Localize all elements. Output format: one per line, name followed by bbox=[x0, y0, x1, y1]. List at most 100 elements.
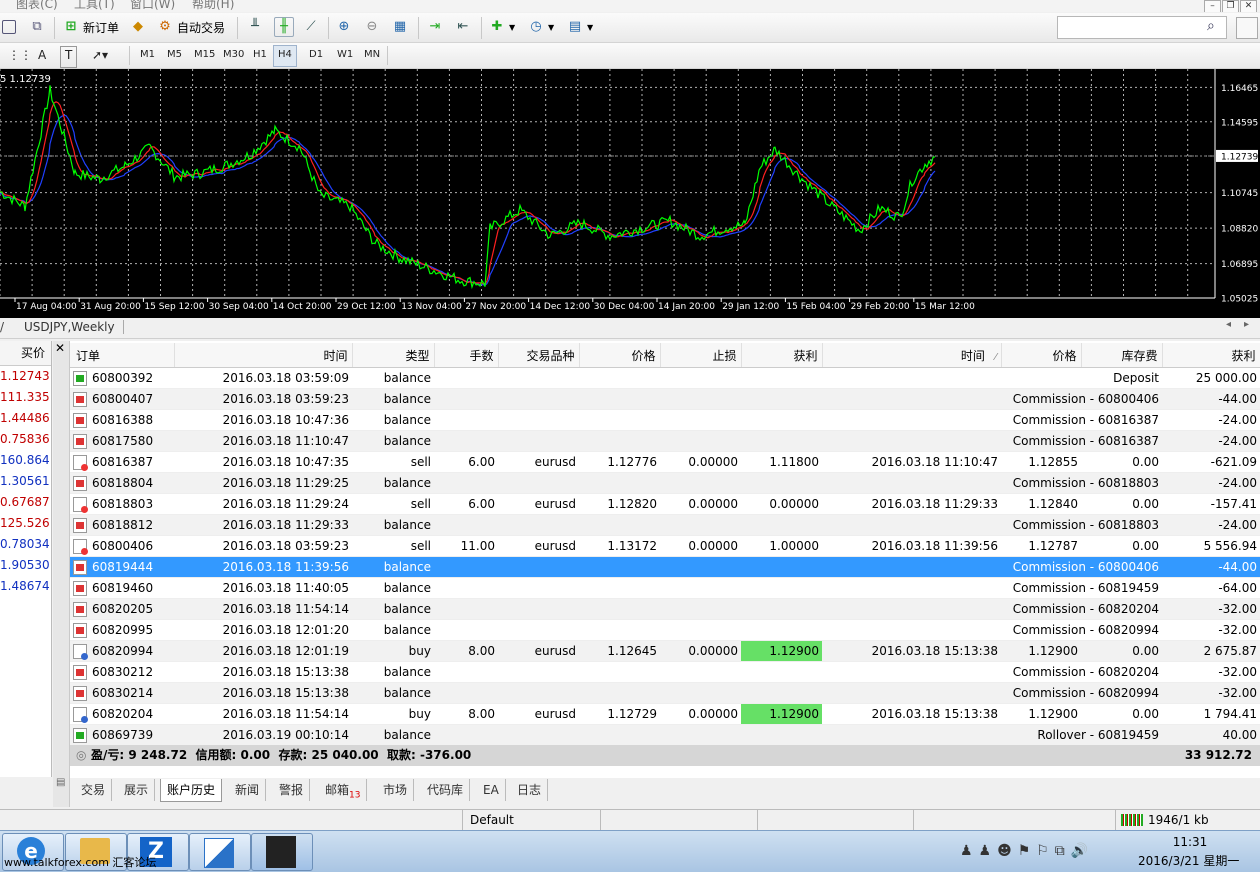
market-watch-row[interactable]: 111.335 bbox=[0, 387, 51, 408]
market-watch-row[interactable]: 160.864 bbox=[0, 450, 51, 471]
bar-chart-button[interactable]: ╨ bbox=[246, 16, 264, 38]
col-type[interactable]: 类型 bbox=[352, 343, 435, 368]
tile-windows-button[interactable]: ▦ bbox=[391, 16, 409, 38]
zoom-out-button[interactable]: ⊖ bbox=[363, 16, 381, 38]
tf-h1[interactable]: H1 bbox=[249, 45, 271, 65]
col-tp[interactable]: 获利 bbox=[741, 343, 823, 368]
tab-alerts[interactable]: 警报 bbox=[273, 779, 311, 801]
market-watch-row[interactable]: 1.48674 bbox=[0, 576, 51, 597]
market-watch-row[interactable]: 125.526 bbox=[0, 513, 51, 534]
history-row[interactable]: 60869739 2016.03.19 00:10:14 balance Rollov… bbox=[70, 724, 1260, 746]
close-terminal-icon[interactable]: ✕ bbox=[55, 341, 65, 355]
taskbar-app-box[interactable] bbox=[189, 833, 251, 871]
candlestick-button[interactable]: ╫ bbox=[274, 16, 294, 38]
tray-icons[interactable]: ♟♟☻⚑⚐⧉🔊 bbox=[960, 843, 1094, 859]
col-lots[interactable]: 手数 bbox=[434, 343, 499, 368]
tab-trade[interactable]: 交易 bbox=[75, 779, 113, 801]
col-close-price[interactable]: 价格 bbox=[1001, 343, 1082, 368]
history-row[interactable]: 60800406 2016.03.18 03:59:23 sell 11.00 euru… bbox=[70, 535, 1260, 557]
new-chart-button[interactable] bbox=[2, 16, 16, 38]
tab-experts[interactable]: EA bbox=[477, 779, 506, 801]
menu-help[interactable]: 帮助(H) bbox=[192, 0, 234, 12]
tf-m30[interactable]: M30 bbox=[219, 45, 248, 65]
tab-code-base[interactable]: 代码库 bbox=[421, 779, 471, 801]
clock-date[interactable]: 2016/3/21 星期一 bbox=[1138, 852, 1239, 869]
restore-button[interactable]: ❐ bbox=[1222, 0, 1239, 12]
market-watch-row[interactable]: 1.12743 bbox=[0, 366, 51, 387]
tab-journal[interactable]: 日志 bbox=[511, 779, 549, 801]
col-order[interactable]: 订单 bbox=[70, 343, 175, 368]
line-chart-button[interactable]: ⟋ bbox=[302, 16, 320, 38]
market-watch-row[interactable]: 0.75836 bbox=[0, 429, 51, 450]
taskbar-mt4[interactable] bbox=[251, 833, 313, 871]
auto-scroll-button[interactable]: ⇥ bbox=[426, 16, 444, 38]
history-row[interactable]: 60819444 2016.03.18 11:39:56 balance Commis… bbox=[70, 556, 1260, 578]
col-open-time[interactable]: 时间 bbox=[174, 343, 353, 368]
text-label-button[interactable]: T bbox=[60, 46, 78, 68]
menu-window[interactable]: 窗口(W) bbox=[130, 0, 175, 12]
market-watch-row[interactable]: 1.90530 bbox=[0, 555, 51, 576]
text-tool-button[interactable]: A bbox=[34, 45, 50, 65]
tf-w1[interactable]: W1 bbox=[333, 45, 357, 65]
profiles-button[interactable]: ⧉ bbox=[28, 16, 46, 38]
tf-d1[interactable]: D1 bbox=[305, 45, 327, 65]
history-row[interactable]: 60800392 2016.03.18 03:59:09 balance Deposi… bbox=[70, 367, 1260, 389]
tab-news[interactable]: 新闻 bbox=[229, 779, 267, 801]
close-button[interactable]: ✕ bbox=[1240, 0, 1257, 12]
tf-m1[interactable]: M1 bbox=[136, 45, 159, 65]
templates-button[interactable]: ▤ ▼ bbox=[566, 16, 593, 38]
menu-tools[interactable]: 工具(T) bbox=[74, 0, 115, 12]
history-row[interactable]: 60820995 2016.03.18 12:01:20 balance Commis… bbox=[70, 619, 1260, 641]
arrows-button[interactable]: ➚▾ bbox=[88, 45, 112, 65]
history-row[interactable]: 60819460 2016.03.18 11:40:05 balance Commis… bbox=[70, 577, 1260, 599]
tf-m5[interactable]: M5 bbox=[163, 45, 186, 65]
community-button[interactable] bbox=[1236, 17, 1258, 39]
col-sl[interactable]: 止损 bbox=[660, 343, 742, 368]
tab-exposure[interactable]: 展示 bbox=[118, 779, 156, 801]
auto-trading-button[interactable]: ⚙ 自动交易 bbox=[156, 16, 225, 38]
market-watch-header[interactable]: 买价 bbox=[0, 341, 51, 366]
market-watch-row[interactable]: 0.67687 bbox=[0, 492, 51, 513]
search-input[interactable] bbox=[1057, 16, 1227, 39]
col-open-price[interactable]: 价格 bbox=[579, 343, 661, 368]
history-row[interactable]: 60800407 2016.03.18 03:59:23 balance Commis… bbox=[70, 388, 1260, 410]
price-chart[interactable]: 1.16465 1.14595 1.12739 1.10745 1.08820 1.068… bbox=[0, 69, 1260, 318]
tf-m15[interactable]: M15 bbox=[190, 45, 219, 65]
col-close-time[interactable]: 时间 ⁄ bbox=[822, 343, 1002, 368]
metaeditor-button[interactable]: ◆ bbox=[129, 16, 147, 38]
history-row[interactable]: 60830212 2016.03.18 15:13:38 balance Commis… bbox=[70, 661, 1260, 683]
history-row[interactable]: 60817580 2016.03.18 11:10:47 balance Commis… bbox=[70, 430, 1260, 452]
clock-time[interactable]: 11:31 bbox=[1165, 835, 1215, 849]
history-row[interactable]: 60816387 2016.03.18 10:47:35 sell 6.00 eurus… bbox=[70, 451, 1260, 473]
history-row[interactable]: 60820994 2016.03.18 12:01:19 buy 8.00 eurusd… bbox=[70, 640, 1260, 662]
scroll-left-icon[interactable]: ◂ bbox=[1226, 319, 1231, 330]
new-order-button[interactable]: ⊞ 新订单 bbox=[62, 16, 119, 38]
history-row[interactable]: 60820205 2016.03.18 11:54:14 balance Commis… bbox=[70, 598, 1260, 620]
history-row[interactable]: 60818804 2016.03.18 11:29:25 balance Commis… bbox=[70, 472, 1260, 494]
tab-mailbox[interactable]: 邮箱13 bbox=[319, 779, 368, 801]
chart-tab-usdjpy[interactable]: USDJPY,Weekly bbox=[24, 320, 124, 334]
tab-market[interactable]: 市场 bbox=[377, 779, 415, 801]
col-symbol[interactable]: 交易品种 bbox=[498, 343, 580, 368]
periods-button[interactable]: ◷ ▼ bbox=[527, 16, 554, 38]
search-icon[interactable]: ⌕ bbox=[1207, 18, 1215, 34]
tf-mn[interactable]: MN bbox=[360, 45, 384, 65]
history-row[interactable]: 60820204 2016.03.18 11:54:14 buy 8.00 eurusd… bbox=[70, 703, 1260, 725]
market-watch-row[interactable]: 1.30561 bbox=[0, 471, 51, 492]
chart-shift-button[interactable]: ⇤ bbox=[454, 16, 472, 38]
history-row[interactable]: 60818812 2016.03.18 11:29:33 balance Commis… bbox=[70, 514, 1260, 536]
history-row[interactable]: 60816388 2016.03.18 10:47:36 balance Commis… bbox=[70, 409, 1260, 431]
market-watch-row[interactable]: 1.44486 bbox=[0, 408, 51, 429]
col-profit[interactable]: 获利 bbox=[1162, 343, 1260, 368]
minimize-button[interactable]: – bbox=[1204, 0, 1221, 12]
market-watch-row[interactable]: 0.78034 bbox=[0, 534, 51, 555]
zoom-in-button[interactable]: ⊕ bbox=[335, 16, 353, 38]
menu-chart[interactable]: 图表(C) bbox=[16, 0, 58, 12]
history-row[interactable]: 60818803 2016.03.18 11:29:24 sell 6.00 eurus… bbox=[70, 493, 1260, 515]
tf-h4[interactable]: H4 bbox=[273, 45, 297, 67]
scroll-right-icon[interactable]: ▸ bbox=[1244, 319, 1249, 330]
tab-account-history[interactable]: 账户历史 bbox=[160, 779, 223, 802]
indicators-button[interactable]: ✚ ▼ bbox=[488, 16, 516, 38]
col-swap[interactable]: 库存费 bbox=[1081, 343, 1163, 368]
history-row[interactable]: 60830214 2016.03.18 15:13:38 balance Commis… bbox=[70, 682, 1260, 704]
